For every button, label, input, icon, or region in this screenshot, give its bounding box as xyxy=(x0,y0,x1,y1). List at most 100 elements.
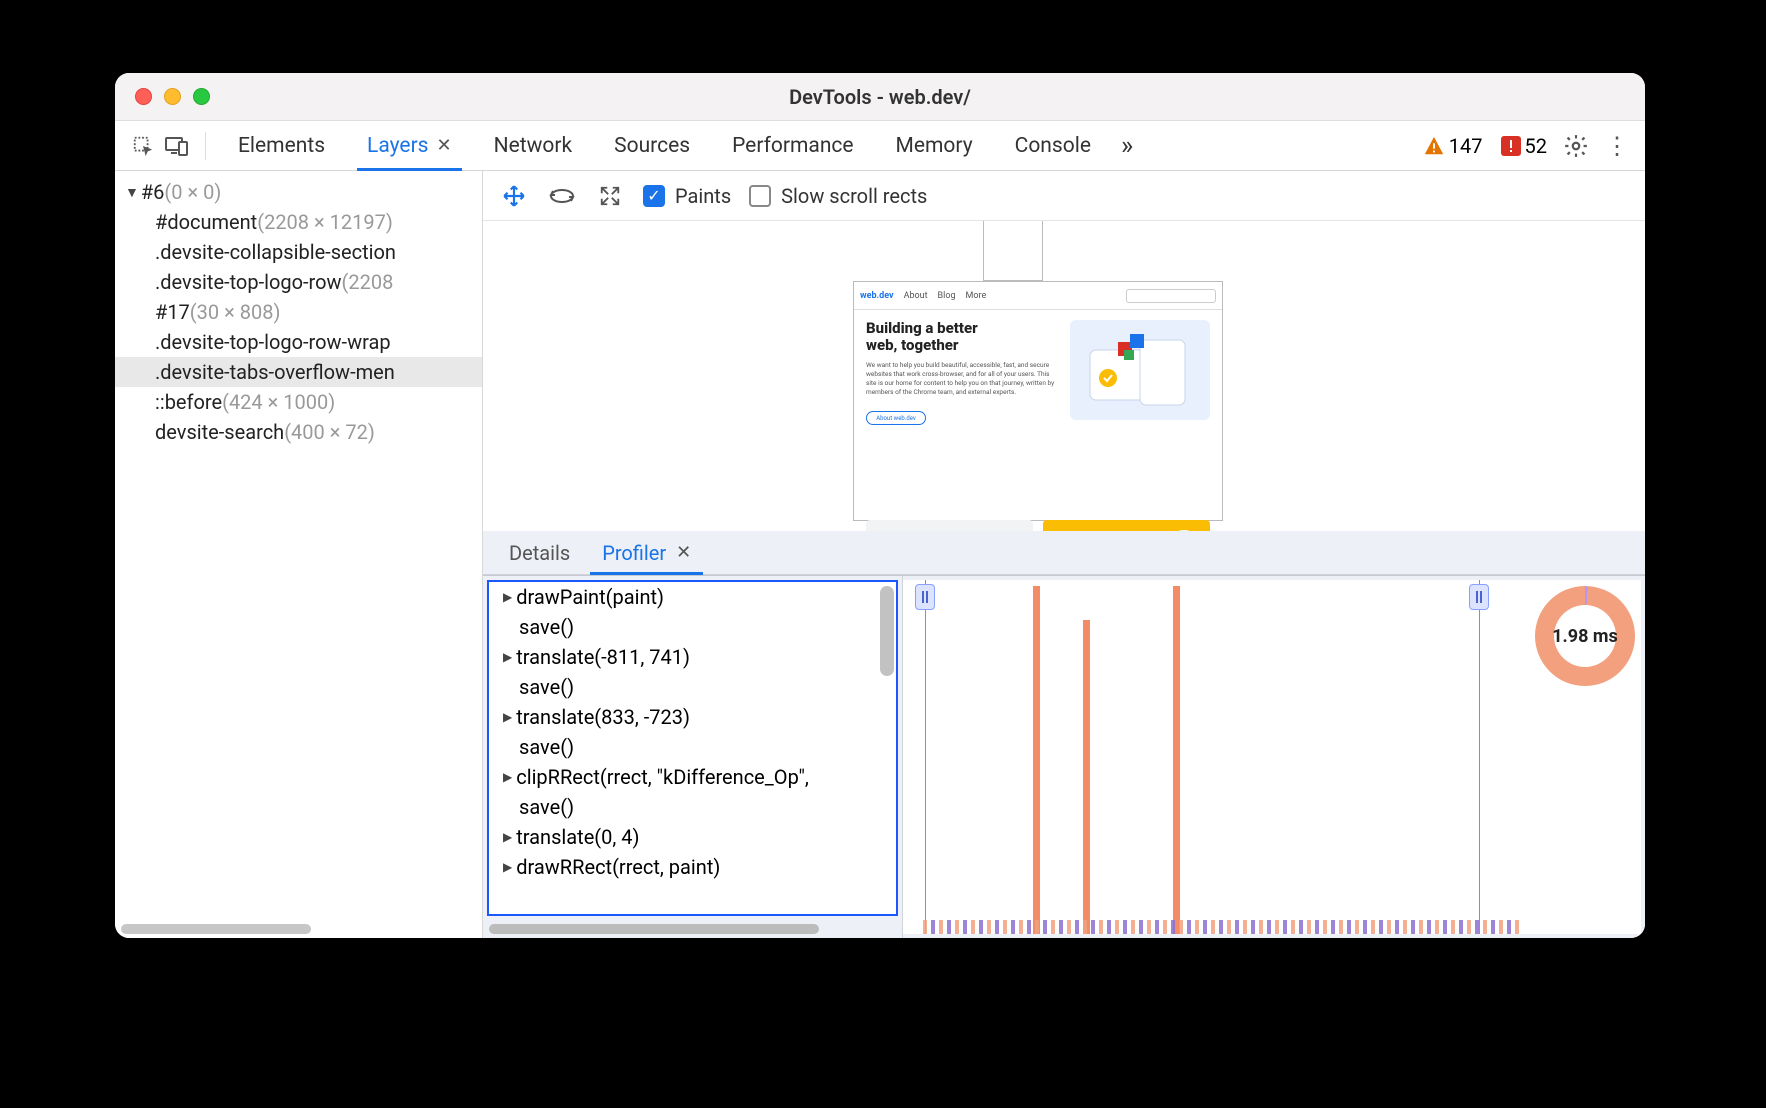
range-handle-right[interactable] xyxy=(1469,584,1489,610)
tab-performance[interactable]: Performance xyxy=(714,121,871,170)
panel-tabs: Elements Layers ✕ Network Sources Perfor… xyxy=(115,121,1645,171)
command-text: save() xyxy=(519,675,574,699)
tab-memory[interactable]: Memory xyxy=(878,121,991,170)
command-text: translate(-811, 741) xyxy=(516,645,690,669)
tab-label: Layers xyxy=(367,134,428,158)
tab-label: Performance xyxy=(732,134,853,158)
tree-root[interactable]: ▼ #6 (0 × 0) xyxy=(115,177,482,207)
command-text: drawPaint(paint) xyxy=(516,585,664,609)
tab-profiler[interactable]: Profiler ✕ xyxy=(586,531,707,574)
command-list[interactable]: ▶ drawPaint(paint) save() ▶ translate(-811, … xyxy=(487,580,898,916)
command-text: save() xyxy=(519,615,574,639)
tree-label: .devsite-tabs-overflow-men xyxy=(155,360,395,384)
command-row[interactable]: ▶ drawPaint(paint) xyxy=(489,582,896,612)
profiler-panel: 1.98 ms xyxy=(903,576,1645,938)
tab-elements[interactable]: Elements xyxy=(220,121,343,170)
tab-details[interactable]: Details xyxy=(493,531,586,574)
command-row[interactable]: ▶ translate(833, -723) xyxy=(489,702,896,732)
tab-layers[interactable]: Layers ✕ xyxy=(349,121,470,170)
horizontal-scrollbar[interactable] xyxy=(115,920,482,938)
tree-label: .devsite-top-logo-row-wrap xyxy=(155,330,391,354)
tree-item[interactable]: ::before(424 × 1000) xyxy=(115,387,482,417)
more-icon[interactable]: ⋮ xyxy=(1605,132,1627,160)
nav-item: More xyxy=(966,291,987,301)
tabs-overflow[interactable]: » xyxy=(1115,121,1139,170)
warnings-count: 147 xyxy=(1449,134,1483,158)
time-donut: 1.98 ms xyxy=(1535,586,1635,686)
warnings-badge[interactable]: 147 xyxy=(1423,134,1483,158)
command-text: save() xyxy=(519,735,574,759)
tree-item[interactable]: .devsite-top-logo-row(2208 xyxy=(115,267,482,297)
close-icon[interactable]: ✕ xyxy=(676,542,691,563)
devtools-window: DevTools - web.dev/ Elements Layers ✕ Ne… xyxy=(115,73,1645,938)
command-text: clipRRect(rrect, "kDifference_Op", xyxy=(516,765,809,789)
tree-label: .devsite-top-logo-row xyxy=(155,270,342,294)
tree-item[interactable]: .devsite-tabs-overflow-men xyxy=(115,357,482,387)
titlebar: DevTools - web.dev/ xyxy=(115,73,1645,121)
disclosure-triangle-icon[interactable]: ▶ xyxy=(503,650,512,664)
vertical-scrollbar[interactable] xyxy=(880,586,894,676)
rotate-icon[interactable] xyxy=(547,181,577,211)
command-row[interactable]: save() xyxy=(489,672,896,702)
inspect-icon[interactable] xyxy=(129,132,157,160)
paints-checkbox[interactable]: ✓ Paints xyxy=(643,184,731,208)
close-window-button[interactable] xyxy=(135,88,152,105)
command-text: translate(833, -723) xyxy=(516,705,690,729)
disclosure-triangle-icon[interactable]: ▼ xyxy=(125,184,139,201)
tab-sources[interactable]: Sources xyxy=(596,121,708,170)
reset-view-icon[interactable] xyxy=(595,181,625,211)
hero-cta: About web.dev xyxy=(866,411,926,425)
disclosure-triangle-icon[interactable]: ▶ xyxy=(503,860,512,874)
disclosure-triangle-icon[interactable]: ▶ xyxy=(503,710,512,724)
command-row[interactable]: ▶ translate(0, 4) xyxy=(489,822,896,852)
device-toggle-icon[interactable] xyxy=(163,132,191,160)
error-icon xyxy=(1501,136,1521,156)
errors-count: 52 xyxy=(1525,134,1547,158)
tree-label: #6 xyxy=(141,180,165,204)
tree-item[interactable]: #17(30 × 808) xyxy=(115,297,482,327)
command-row[interactable]: save() xyxy=(489,612,896,642)
tab-label: Memory xyxy=(896,134,973,158)
command-text: drawRRect(rrect, paint) xyxy=(516,855,720,879)
disclosure-triangle-icon[interactable]: ▶ xyxy=(503,770,512,784)
command-row[interactable]: ▶ drawRRect(rrect, paint) xyxy=(489,852,896,882)
command-row[interactable]: save() xyxy=(489,792,896,822)
checkbox-label: Paints xyxy=(675,184,731,208)
disclosure-triangle-icon[interactable]: ▶ xyxy=(503,590,512,604)
command-row[interactable]: ▶ clipRRect(rrect, "kDifference_Op", xyxy=(489,762,896,792)
layers-3d-view[interactable]: web.dev About Blog More Building a bette… xyxy=(483,221,1645,531)
hero-illustration xyxy=(1070,320,1210,420)
disclosure-triangle-icon[interactable]: ▶ xyxy=(503,830,512,844)
tab-label: Profiler xyxy=(602,541,666,565)
page-preview: web.dev About Blog More Building a bette… xyxy=(853,281,1223,521)
tab-label: Console xyxy=(1015,134,1091,158)
errors-badge[interactable]: 52 xyxy=(1501,134,1547,158)
pan-icon[interactable] xyxy=(499,181,529,211)
tree-item[interactable]: #document(2208 × 12197) xyxy=(115,207,482,237)
command-row[interactable]: ▶ translate(-811, 741) xyxy=(489,642,896,672)
command-row[interactable]: save() xyxy=(489,732,896,762)
slow-scroll-checkbox[interactable]: Slow scroll rects xyxy=(749,184,927,208)
layers-tree[interactable]: ▼ #6 (0 × 0) #document(2208 × 12197).dev… xyxy=(115,171,482,920)
chevron-double-right-icon: » xyxy=(1121,131,1133,161)
settings-button[interactable] xyxy=(1563,133,1589,159)
tree-item[interactable]: devsite-search(400 × 72) xyxy=(115,417,482,447)
tab-console[interactable]: Console xyxy=(997,121,1109,170)
flame-bar xyxy=(1033,586,1040,934)
nav-item: About xyxy=(904,291,928,301)
tree-label: ::before xyxy=(155,390,222,414)
close-icon[interactable]: ✕ xyxy=(437,135,452,156)
range-handle-left[interactable] xyxy=(915,584,935,610)
minimize-window-button[interactable] xyxy=(164,88,181,105)
promo-card xyxy=(866,520,1033,531)
site-logo: web.dev xyxy=(860,291,894,301)
tree-item[interactable]: .devsite-collapsible-section xyxy=(115,237,482,267)
tab-network[interactable]: Network xyxy=(476,121,591,170)
zoom-window-button[interactable] xyxy=(193,88,210,105)
horizontal-scrollbar[interactable] xyxy=(483,920,902,938)
command-text: translate(0, 4) xyxy=(516,825,639,849)
tree-item[interactable]: .devsite-top-logo-row-wrap xyxy=(115,327,482,357)
profiler-timeline[interactable]: 1.98 ms xyxy=(903,580,1641,934)
layers-toolbar: ✓ Paints Slow scroll rects xyxy=(483,171,1645,221)
tree-dim: (424 × 1000) xyxy=(222,390,335,414)
